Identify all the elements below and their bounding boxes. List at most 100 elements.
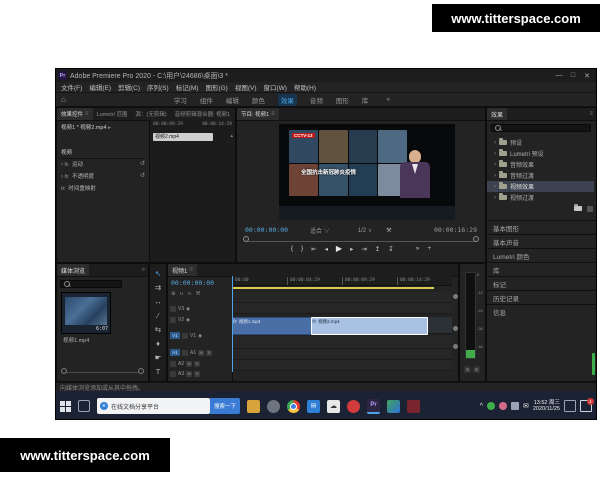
tool-ripple-edit[interactable]: ↔: [154, 298, 162, 306]
tab-lumetri-scopes[interactable]: Lumetri 范围: [93, 108, 132, 120]
panel-menu-icon[interactable]: ≡: [189, 267, 193, 273]
lift-button[interactable]: ↥: [375, 245, 380, 253]
track-header-v2[interactable]: V2 ◉: [170, 317, 230, 323]
panel-libraries[interactable]: 库: [487, 262, 596, 276]
menu-file[interactable]: 文件(F): [61, 82, 82, 92]
solo-button[interactable]: S: [206, 349, 213, 356]
tab-overflow-icon[interactable]: »: [142, 267, 145, 273]
playback-resolution-dropdown[interactable]: 1/2 ∨: [358, 227, 372, 234]
track-header-v3[interactable]: V3 ◉: [170, 306, 230, 312]
program-video-preview[interactable]: CCTV-13 全国抗击新冠肺炎疫情: [279, 124, 455, 220]
tab-program-monitor[interactable]: 节目: 视频1 ≡: [237, 108, 279, 120]
tool-selection[interactable]: ↖: [155, 270, 161, 278]
maximize-button[interactable]: □: [566, 72, 580, 80]
tab-media-browser[interactable]: 媒体浏览: [57, 264, 90, 276]
scrollbar-handle[interactable]: [453, 344, 458, 349]
workspace-tab-graphics[interactable]: 图形: [336, 95, 349, 105]
tab-effect-controls[interactable]: 效果控件 ≡: [57, 108, 93, 120]
workspace-tab-libraries[interactable]: 库: [362, 95, 369, 105]
add-marker-icon[interactable]: ⊕: [171, 291, 176, 297]
track-v3[interactable]: [232, 292, 452, 303]
panel-markers[interactable]: 标记: [487, 276, 596, 290]
step-back-button[interactable]: ◂: [325, 245, 328, 253]
menu-clip[interactable]: 剪辑(C): [118, 82, 140, 92]
panel-menu-icon[interactable]: ≡: [589, 111, 593, 117]
ec-row-motion[interactable]: › fx 运动: [61, 160, 83, 168]
mute-button[interactable]: M: [198, 349, 205, 356]
scrubber-end-knob[interactable]: [473, 236, 479, 242]
clip-name-label[interactable]: 视频1.mp4: [63, 336, 89, 344]
new-custom-bin-icon[interactable]: [574, 204, 582, 211]
workspace-tab-assembly[interactable]: 组件: [200, 95, 213, 105]
go-to-in-button[interactable]: ⇤: [311, 245, 316, 253]
tool-hand[interactable]: ☛: [155, 354, 162, 362]
add-button-icon[interactable]: +: [427, 245, 431, 252]
panel-menu-icon[interactable]: ≡: [271, 111, 275, 117]
workspace-tab-learning[interactable]: 学习: [174, 95, 187, 105]
step-forward-button[interactable]: ▸: [350, 245, 353, 253]
track-a2[interactable]: [232, 349, 452, 360]
track-v2[interactable]: [232, 303, 452, 314]
home-icon[interactable]: ⌂: [61, 95, 66, 104]
go-to-out-button[interactable]: ⇥: [361, 245, 366, 253]
tab-source-monitor[interactable]: 源：(无剪辑): [131, 108, 170, 120]
panel-history[interactable]: 历史记录: [487, 290, 596, 304]
menu-edit[interactable]: 编辑(E): [89, 82, 111, 92]
scrubber-playhead[interactable]: [243, 236, 249, 242]
settings-wrench-icon[interactable]: ⚒: [386, 227, 391, 234]
menu-markers[interactable]: 标记(M): [176, 82, 199, 92]
menu-sequence[interactable]: 序列(S): [147, 82, 169, 92]
minimize-button[interactable]: —: [552, 72, 566, 80]
tray-pink-icon[interactable]: [499, 402, 507, 410]
clip-video2-selected[interactable]: fx 视频2.mp4: [311, 317, 428, 335]
mark-in-button[interactable]: {: [291, 245, 293, 252]
clip-video1[interactable]: fx 视频1.mp4: [232, 317, 314, 335]
clip-thumbnail[interactable]: 6:07: [61, 292, 111, 334]
cloud-app-icon[interactable]: ☁: [327, 399, 341, 413]
app-icon-generic[interactable]: [387, 399, 401, 413]
tab-audio-clip-mixer[interactable]: 音频剪辑混合器: 视频1: [171, 108, 235, 120]
tab-sequence[interactable]: 视频1 ≡: [168, 264, 197, 276]
security-app-icon[interactable]: [267, 399, 281, 413]
ec-expander-icon[interactable]: ▸: [108, 125, 111, 131]
folder-presets[interactable]: › 预设: [487, 137, 594, 148]
timeline-settings-icon[interactable]: ⚒: [196, 291, 201, 297]
ec-selected-clip-bar[interactable]: 视频2.mp4: [153, 133, 213, 141]
panel-essential-sound[interactable]: 基本声音: [487, 234, 596, 248]
track-header-a2[interactable]: A2 M S: [170, 361, 230, 367]
tab-effects[interactable]: 效果: [487, 108, 508, 120]
workspace-tab-color[interactable]: 颜色: [252, 95, 265, 105]
ec-row-time-remapping[interactable]: fx 时间重映射: [61, 184, 96, 192]
tray-green-icon[interactable]: [487, 402, 495, 410]
project-search-input[interactable]: [60, 280, 122, 288]
solo-right-button[interactable]: S: [473, 366, 480, 373]
tool-type[interactable]: T: [156, 368, 161, 376]
reset-motion-icon[interactable]: ↺: [140, 160, 145, 167]
workspace-tab-effects[interactable]: 效果: [277, 93, 297, 106]
menu-graphics[interactable]: 图形(G): [205, 82, 227, 92]
track-header-a1[interactable]: A1 A1 M S: [170, 349, 230, 356]
qq-icon[interactable]: [347, 399, 361, 413]
panel-menu-icon[interactable]: ≡: [85, 111, 89, 117]
panel-lumetri-color[interactable]: Lumetri 颜色: [487, 248, 596, 262]
notification-center-icon[interactable]: 1: [580, 398, 594, 412]
app-icon-red[interactable]: [407, 399, 421, 413]
folder-video-transitions[interactable]: › 视频过渡: [487, 192, 594, 203]
zoom-slider[interactable]: [61, 368, 144, 374]
tool-track-select[interactable]: ⇉: [155, 284, 161, 292]
task-view-icon[interactable]: [78, 400, 90, 412]
timeline-ruler[interactable]: 00:00 00:00:04:29 00:00:09:29 00:00:14:2…: [232, 276, 452, 286]
program-current-timecode[interactable]: 00:00:00:00: [245, 226, 288, 234]
chrome-icon[interactable]: [287, 399, 301, 413]
source-patch-v1[interactable]: V1: [170, 332, 180, 339]
new-folder-icon[interactable]: [587, 206, 593, 212]
scrollbar-handle[interactable]: [453, 294, 458, 299]
zoom-fit-dropdown[interactable]: 适合 ∨: [310, 226, 330, 235]
solo-button[interactable]: S: [194, 361, 201, 367]
menu-window[interactable]: 窗口(W): [264, 82, 287, 92]
workspace-overflow-icon[interactable]: »: [386, 96, 390, 103]
taskbar-clock[interactable]: 13:52 周三 2020/11/25: [533, 400, 560, 413]
file-explorer-icon[interactable]: [247, 399, 261, 413]
ec-collapse-icon[interactable]: ▴: [230, 133, 233, 139]
menu-view[interactable]: 视图(V): [235, 82, 257, 92]
